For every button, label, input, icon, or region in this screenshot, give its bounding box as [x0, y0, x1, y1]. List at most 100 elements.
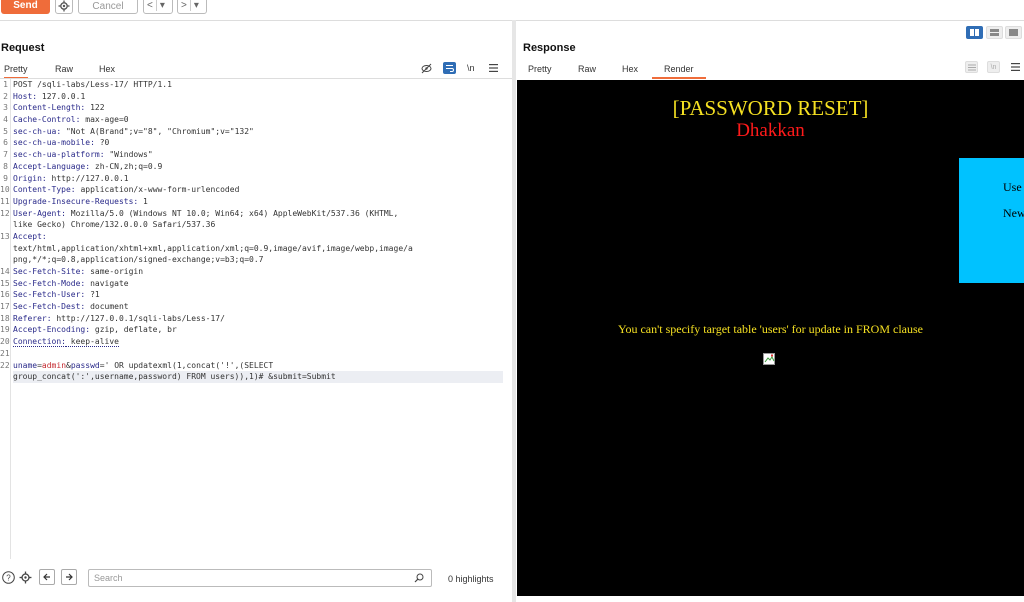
response-tab-render[interactable]: Render [652, 64, 706, 79]
request-body-line: 22 uname=admin&passwd=' OR updatexml(1,co… [0, 360, 274, 370]
previous-match-button[interactable] [39, 569, 55, 585]
request-tab-pretty[interactable]: Pretty [4, 64, 28, 79]
split-vertical-view-button[interactable] [986, 26, 1003, 39]
panel-splitter[interactable] [512, 20, 516, 602]
line-number: 21 [0, 348, 10, 358]
header-name: User-Agent: [13, 208, 66, 218]
back-nav-group[interactable]: < ▾ [143, 0, 173, 14]
request-body-line: group_concat(':',username,password) FROM… [0, 371, 512, 383]
header-value: ?0 [94, 138, 110, 148]
response-newline-toggle[interactable]: \n [987, 61, 1000, 73]
request-title: Request [1, 42, 45, 54]
header-value: ?1 [85, 290, 100, 300]
header-value: http://127.0.0.1 [46, 173, 129, 183]
header-name: Content-Length: [13, 103, 86, 113]
menu-icon[interactable] [1011, 63, 1020, 71]
line-number: 10 [0, 185, 10, 195]
render-heading: [PASSWORD RESET] [672, 96, 869, 120]
request-line: 13 Accept: [0, 231, 512, 243]
line-number: 2 [3, 91, 8, 101]
response-tab-pretty[interactable]: Pretty [528, 64, 552, 74]
header-name: Sec-Fetch-User: [13, 290, 86, 300]
back-button[interactable]: < [144, 0, 156, 11]
request-line: 18 Referer: http://127.0.0.1/sqli-labs/Le… [0, 313, 512, 325]
request-tab-raw[interactable]: Raw [55, 64, 73, 74]
forward-dropdown-button[interactable]: ▾ [191, 0, 202, 11]
line-number: 20 [0, 337, 10, 347]
cancel-button[interactable]: Cancel [78, 0, 138, 14]
split-horizontal-view-button[interactable] [966, 26, 983, 39]
menu-icon[interactable] [489, 64, 498, 72]
wrap-lines-button[interactable] [443, 62, 456, 74]
line-number: 17 [0, 302, 10, 312]
show-newlines-toggle[interactable]: \n [467, 63, 475, 73]
header-name: sec-ch-ua: [13, 126, 62, 136]
header-name: Sec-Fetch-Site: [13, 267, 86, 276]
header-name: Referer: [13, 313, 52, 323]
forward-button[interactable]: > [178, 0, 190, 11]
form-label-username: Use [1003, 180, 1022, 194]
line-number: 19 [0, 325, 10, 335]
svg-text:?: ? [6, 573, 11, 582]
rows-icon [990, 29, 999, 36]
request-line: 19 Accept-Encoding: gzip, deflate, br [0, 324, 512, 336]
form-label-new-password: New [1003, 206, 1024, 220]
help-button[interactable]: ? [0, 569, 16, 585]
header-name: sec-ch-ua-mobile: [13, 138, 95, 148]
line-number: 4 [3, 115, 8, 125]
response-wrap-button[interactable] [965, 61, 978, 73]
header-value: gzip, deflate, br [90, 325, 177, 335]
search-settings-button[interactable] [17, 569, 33, 585]
gear-icon [19, 571, 31, 583]
back-dropdown-button[interactable]: ▾ [157, 0, 168, 11]
header-value: 127.0.0.1 [37, 91, 86, 101]
request-line: 9 Origin: http://127.0.0.1 [0, 173, 512, 185]
header-value: navigate [85, 278, 129, 288]
line-number: 22 [0, 360, 10, 370]
header-value: zh-CN,zh;q=0.9 [90, 161, 163, 171]
broken-image-icon [763, 353, 775, 365]
next-match-button[interactable] [61, 569, 77, 585]
param-value-continued: group_concat(':',username,password) FROM… [13, 371, 503, 383]
response-tab-raw[interactable]: Raw [578, 64, 596, 74]
request-line: like Gecko) Chrome/132.0.0.0 Safari/537.… [0, 219, 512, 231]
header-name: Accept-Encoding: [13, 325, 91, 335]
request-line: 3 Content-Length: 122 [0, 102, 512, 114]
send-button[interactable]: Send [1, 0, 50, 14]
header-name: Connection: [13, 337, 66, 348]
render-view: [PASSWORD RESET] Dhakkan Use New You can… [517, 80, 1024, 596]
header-value: text/html,application/xhtml+xml,applicat… [13, 243, 413, 253]
header-value: application/x-www-form-urlencoded [75, 185, 240, 195]
request-line: 21 [0, 348, 512, 360]
request-line: 1 POST /sqli-labs/Less-17/ HTTP/1.1 [0, 79, 512, 91]
header-name: Sec-Fetch-Dest: [13, 302, 86, 312]
header-name: Cache-Control: [13, 115, 81, 125]
header-name: Content-Type: [13, 185, 76, 195]
line-number: 9 [3, 173, 8, 183]
response-title: Response [523, 42, 576, 54]
param-value-uname: admin [41, 360, 67, 370]
forward-nav-group[interactable]: > ▾ [177, 0, 207, 14]
header-value: same-origin [85, 267, 144, 276]
hide-nonprintable-icon[interactable] [421, 63, 432, 74]
line-number: 14 [0, 267, 10, 276]
settings-button[interactable] [55, 0, 73, 14]
header-value: POST /sqli-labs/Less-17/ HTTP/1.1 [13, 80, 172, 89]
header-name: Accept: [13, 231, 47, 241]
response-tab-hex[interactable]: Hex [622, 64, 638, 74]
search-input[interactable]: Search [88, 569, 432, 587]
gear-icon [58, 0, 70, 11]
request-editor[interactable]: 1 POST /sqli-labs/Less-17/ HTTP/1.1 2 Host:… [0, 79, 512, 559]
request-search-bar: ? Search 0 highlights [0, 565, 512, 591]
tabs-view-button[interactable] [1005, 26, 1022, 39]
line-number: 12 [0, 208, 10, 218]
header-name: sec-ch-ua-platform: [13, 150, 105, 160]
header-name: Origin: [13, 173, 47, 183]
request-line: 12 User-Agent: Mozilla/5.0 (Windows NT 10… [0, 208, 512, 220]
header-value: "Not A(Brand";v="8", "Chromium";v="132" [61, 126, 254, 136]
request-line: 7 sec-ch-ua-platform: "Windows" [0, 149, 512, 161]
header-name: Host: [13, 91, 38, 101]
request-tab-hex[interactable]: Hex [99, 64, 115, 74]
header-value: png,*/*;q=0.8,application/signed-exchang… [13, 255, 264, 265]
header-value: like Gecko) Chrome/132.0.0.0 Safari/537.… [13, 220, 216, 230]
